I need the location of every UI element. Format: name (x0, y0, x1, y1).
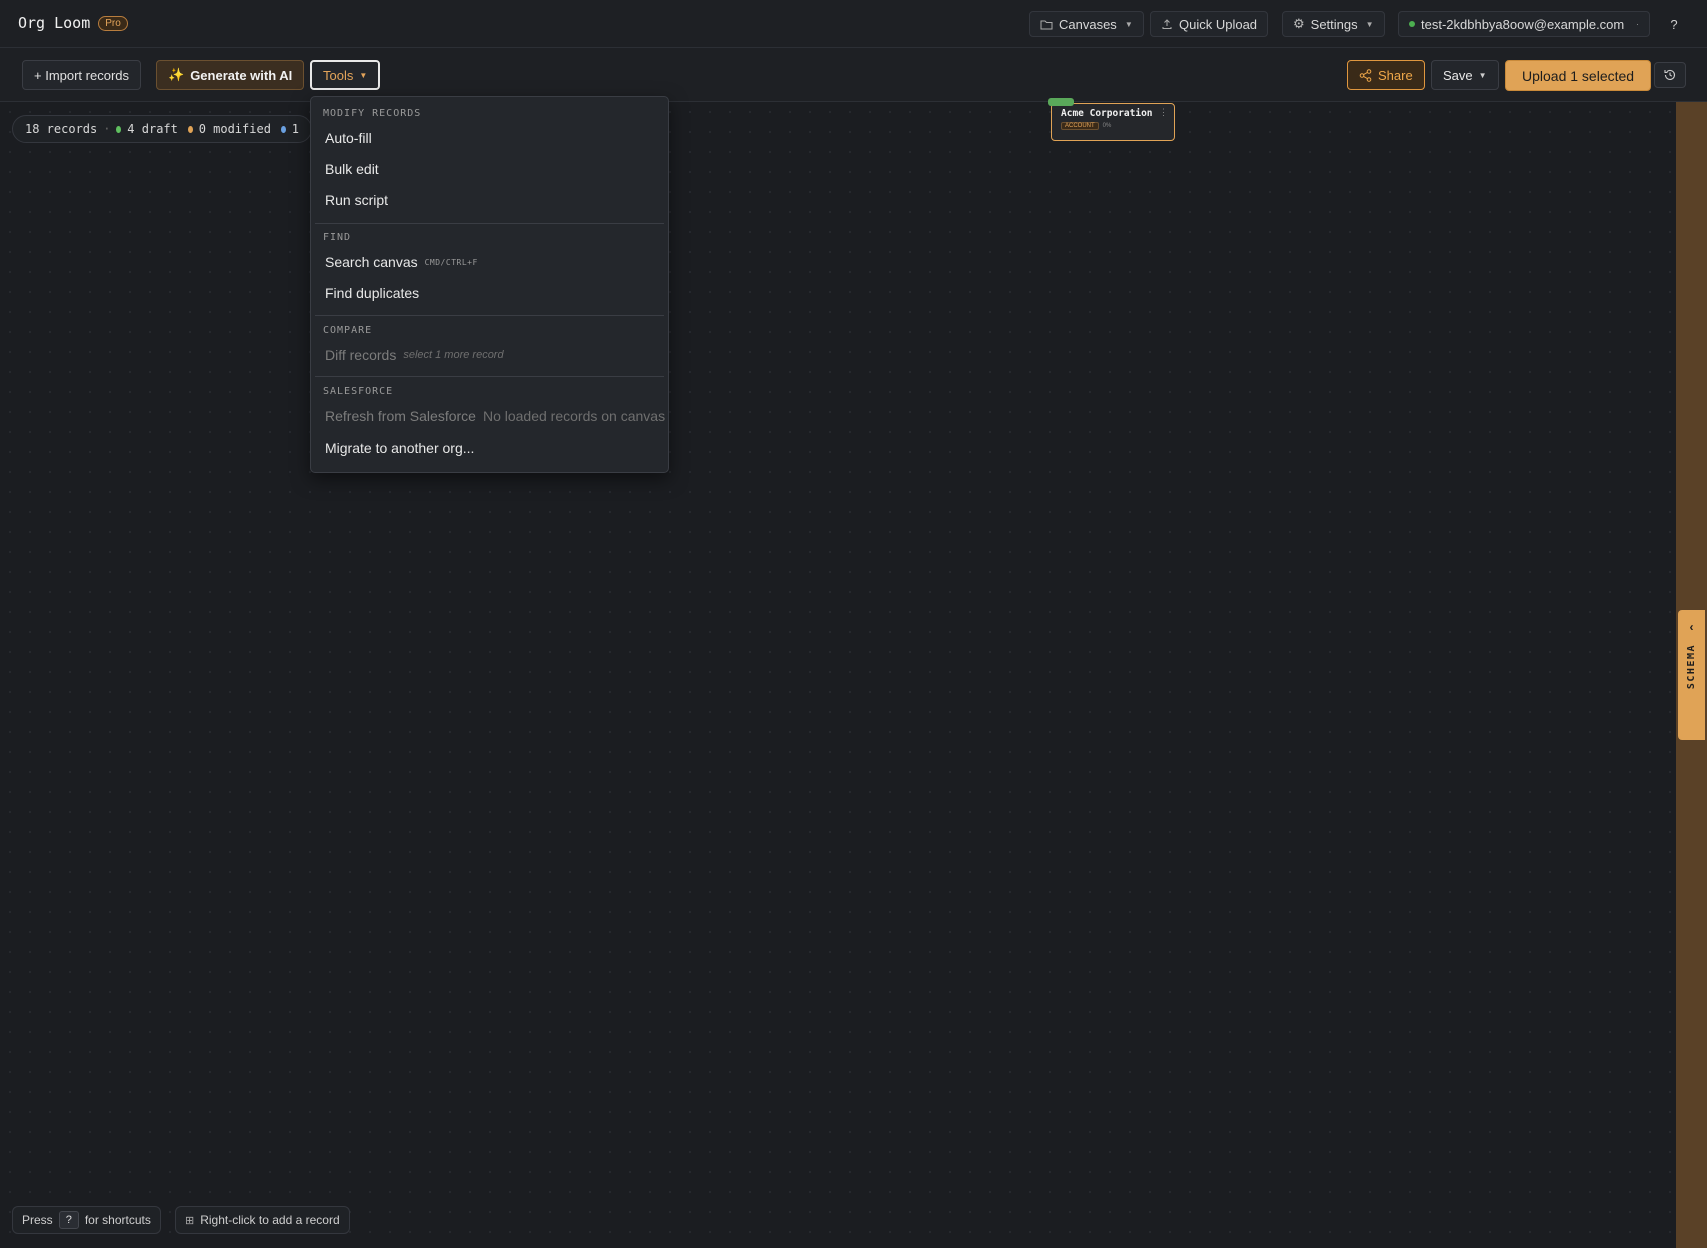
section-label-compare: COMPARE (323, 325, 373, 336)
generate-with-ai-button[interactable]: ✨ Generate with AI (156, 60, 305, 90)
draft-status-dot (116, 125, 122, 133)
record-type-badge: ACCOUNT (1061, 122, 1099, 130)
share-label: Share (1378, 67, 1413, 83)
import-records-button[interactable]: + Import records (22, 60, 142, 90)
grid-icon: ⊞ (185, 1214, 195, 1227)
menu-item-diff-records[interactable]: Diff records select 1 more record (315, 341, 664, 369)
sparkles-icon: ✨ (168, 67, 185, 82)
history-icon (1664, 69, 1676, 81)
share-icon (1359, 68, 1372, 82)
section-label-salesforce: SALESFORCE (323, 386, 394, 397)
chevron-down-icon: · (1636, 19, 1639, 29)
record-completion: 0% (1102, 123, 1112, 129)
top-bar: Org Loom Pro Canvases ▼ Quick Upload ⚙ S… (0, 0, 1707, 48)
brand[interactable]: Org Loom Pro (18, 14, 128, 32)
menu-item-search-canvas[interactable]: Search canvas CMD/CTRL+F (315, 248, 664, 276)
other-status-dot (280, 125, 286, 133)
menu-item-label: Search canvas (325, 254, 418, 270)
shortcuts-hint: Press ? for shortcuts (12, 1206, 161, 1234)
canvas[interactable] (0, 102, 1676, 1248)
modified-count: 0 modified (198, 122, 271, 136)
account-email: test-2kdbhbya8oow@example.com (1421, 16, 1625, 32)
settings-button[interactable]: ⚙ Settings ▼ (1282, 11, 1385, 37)
section-label-modify-records: MODIFY RECORDS (323, 108, 422, 119)
section-label-find: FIND (323, 232, 352, 243)
chevron-down-icon: ▼ (1124, 19, 1133, 29)
chevron-down-icon: ▼ (359, 70, 368, 80)
menu-item-label: Refresh from Salesforce (325, 408, 476, 424)
menu-divider (315, 223, 664, 224)
record-title: Acme Corporation (1061, 108, 1153, 119)
record-count: 18 records (25, 122, 98, 136)
menu-item-label: Run script (325, 192, 389, 208)
menu-item-label: Auto-fill (325, 130, 372, 146)
folder-icon (1040, 20, 1053, 29)
chevron-left-icon: ‹ (1689, 620, 1694, 634)
menu-item-label: Migrate to another org... (325, 440, 475, 456)
new-record-tag (1048, 98, 1074, 106)
modified-status-dot (187, 125, 193, 133)
canvases-label: Canvases (1059, 16, 1117, 32)
generate-label: Generate with AI (190, 67, 293, 83)
schema-label: SCHEMA (1686, 644, 1697, 690)
menu-item-run-script[interactable]: Run script (315, 186, 664, 214)
quick-upload-button[interactable]: Quick Upload (1150, 11, 1269, 37)
menu-item-find-duplicates[interactable]: Find duplicates (315, 279, 664, 307)
record-stats: 18 records · 4 draft 0 modified 1 (12, 115, 312, 143)
shortcut-hint: CMD/CTRL+F (424, 257, 478, 267)
menu-item-migrate-org[interactable]: Migrate to another org... (315, 434, 664, 462)
settings-label: Settings (1310, 16, 1358, 32)
upload-selected-button[interactable]: Upload 1 selected (1505, 60, 1652, 91)
for-shortcuts-text: for shortcuts (84, 1213, 151, 1227)
record-card[interactable]: Acme Corporation ACCOUNT 0% ⋮ (1048, 98, 1175, 141)
toolbar: + Import records ✨ Generate with AI Tool… (0, 48, 1707, 102)
save-button[interactable]: Save ▼ (1431, 60, 1499, 90)
disabled-hint: select 1 more record (403, 349, 504, 361)
gear-icon: ⚙ (1293, 16, 1305, 31)
canvases-button[interactable]: Canvases ▼ (1029, 11, 1144, 37)
history-button[interactable] (1654, 62, 1686, 88)
upload-icon (1162, 19, 1172, 29)
shortcut-key[interactable]: ? (58, 1211, 79, 1229)
save-label: Save (1443, 67, 1473, 83)
add-record-text: Right-click to add a record (200, 1213, 340, 1227)
chevron-down-icon: ▼ (1365, 19, 1374, 29)
menu-item-label: Bulk edit (325, 161, 379, 177)
menu-item-auto-fill[interactable]: Auto-fill (315, 124, 664, 152)
menu-divider (315, 315, 664, 316)
plan-badge: Pro (98, 15, 128, 31)
other-count: 1 (291, 122, 299, 136)
disabled-hint: No loaded records on canvas (482, 408, 666, 424)
menu-item-label: Diff records (325, 347, 397, 363)
tools-menu: MODIFY RECORDS Auto-fill Bulk edit Run s… (310, 96, 669, 473)
add-record-hint: ⊞ Right-click to add a record (175, 1206, 350, 1234)
stats-separator: · (103, 122, 111, 136)
press-text: Press (22, 1213, 53, 1227)
menu-divider (315, 376, 664, 377)
account-menu-button[interactable]: test-2kdbhbya8oow@example.com · (1398, 11, 1650, 37)
chevron-down-icon: ▼ (1478, 70, 1487, 80)
menu-item-bulk-edit[interactable]: Bulk edit (315, 155, 664, 183)
connection-status-dot (1409, 21, 1415, 27)
record-menu-icon[interactable]: ⋮ (1159, 107, 1168, 118)
menu-item-refresh-from-salesforce[interactable]: Refresh from Salesforce No loaded record… (315, 402, 666, 430)
app-name: Org Loom (18, 14, 91, 32)
schema-panel-toggle[interactable]: ‹ SCHEMA (1678, 610, 1705, 740)
quick-upload-label: Quick Upload (1179, 16, 1258, 32)
tools-button[interactable]: Tools ▼ (310, 60, 381, 90)
menu-item-label: Find duplicates (325, 285, 420, 301)
draft-count: 4 draft (127, 122, 178, 136)
tools-label: Tools (323, 67, 354, 83)
help-button[interactable]: ? (1662, 12, 1686, 36)
share-button[interactable]: Share (1347, 60, 1425, 90)
